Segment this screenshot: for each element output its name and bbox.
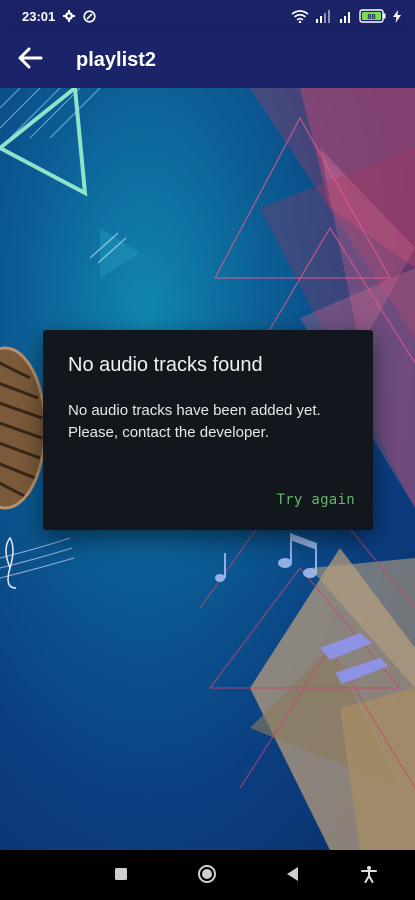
recents-button[interactable] bbox=[110, 865, 132, 887]
accessibility-icon bbox=[360, 865, 378, 888]
app-bar: playlist2 bbox=[0, 32, 415, 88]
try-again-button[interactable]: Try again bbox=[276, 492, 355, 508]
dialog-title: No audio tracks found bbox=[68, 354, 263, 376]
settings-gear-icon bbox=[63, 10, 76, 22]
status-time: 23:01 bbox=[22, 8, 56, 24]
page-title: playlist2 bbox=[76, 48, 157, 71]
accessibility-button[interactable] bbox=[358, 865, 380, 887]
arrow-left-icon bbox=[17, 47, 43, 74]
alert-dialog: No audio tracks found No audio tracks ha… bbox=[43, 330, 373, 530]
dialog-message: No audio tracks have been added yet. Ple… bbox=[68, 402, 321, 441]
wifi-icon bbox=[291, 9, 309, 23]
svg-text:88: 88 bbox=[367, 12, 375, 21]
battery-icon: 88 bbox=[359, 9, 387, 23]
recents-square-icon bbox=[114, 867, 128, 886]
data-saver-icon bbox=[83, 9, 96, 23]
back-button[interactable] bbox=[0, 32, 60, 88]
signal-icon-1 bbox=[315, 9, 333, 23]
back-triangle-icon bbox=[286, 866, 300, 887]
charging-bolt-icon bbox=[393, 9, 401, 23]
signal-icon-2 bbox=[339, 10, 353, 23]
home-circle-icon bbox=[197, 864, 217, 889]
back-nav-button[interactable] bbox=[282, 865, 304, 887]
navigation-bar bbox=[0, 850, 415, 900]
home-button[interactable] bbox=[196, 864, 218, 889]
status-bar: 23:01 88 bbox=[0, 0, 415, 32]
